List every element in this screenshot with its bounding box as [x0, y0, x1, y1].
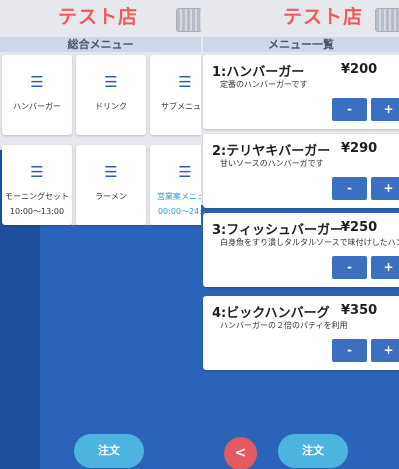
shop-title: テスト店 — [283, 6, 364, 28]
item-name: 1:ハンバーガー — [212, 65, 305, 80]
barcode-icon[interactable] — [176, 8, 201, 32]
increase-button[interactable]: + — [371, 339, 399, 362]
category-panel: テスト店 総合メニュー ☰ ハンバーガー ☰ ドリンク ☰ サブメニュー ☰ モ… — [0, 0, 201, 469]
shop-title: テスト店 — [58, 6, 139, 28]
menu-lines-icon: ☰ — [104, 163, 118, 181]
item-price: ¥200 — [341, 62, 378, 77]
order-button[interactable]: 注文 — [278, 434, 348, 468]
category-hours: 00:00〜24:00 — [157, 207, 201, 216]
category-label: ハンバーガー — [13, 102, 61, 111]
item-description: 甘いソースのハンバーガです — [220, 159, 324, 168]
back-button[interactable]: < — [224, 437, 257, 469]
menu-lines-icon: ☰ — [178, 163, 192, 181]
menu-item: 3:フィッシュバーガー ¥250 白身魚をすり潰しタルタルソースで味付けしたハン… — [203, 213, 399, 287]
menu-lines-icon: ☰ — [178, 73, 192, 91]
menu-lines-icon: ☰ — [30, 73, 44, 91]
item-price: ¥350 — [341, 303, 378, 318]
category-hours: 10:00〜13:00 — [9, 207, 65, 216]
menu-list-panel: テスト店 メニュー一覧 1:ハンバーガー ¥200 定番のハンバーガーです - … — [201, 0, 399, 469]
menu-lines-icon: ☰ — [30, 163, 44, 181]
menu-lines-icon: ☰ — [104, 73, 118, 91]
category-label: ドリンク — [95, 102, 127, 111]
category-card-business-menu[interactable]: ☰ 営業案メニュー 00:00〜24:00 — [150, 145, 201, 225]
item-name: 4:ビックハンバーグ — [212, 306, 330, 321]
menu-item: 4:ビックハンバーグ ¥350 ハンバーガーの２倍のパティを利用 - + — [203, 296, 399, 370]
item-name: 3:フィッシュバーガー — [212, 223, 343, 238]
decrease-button[interactable]: - — [332, 177, 367, 200]
order-button[interactable]: 注文 — [74, 434, 144, 468]
barcode-icon[interactable] — [375, 8, 399, 32]
item-name: 2:テリヤキバーガー — [212, 144, 331, 159]
increase-button[interactable]: + — [371, 177, 399, 200]
item-description: 白身魚をすり潰しタルタルソースで味付けしたハンバーガです — [220, 238, 399, 247]
category-label: 営業案メニュー — [157, 192, 201, 201]
menu-list-header: メニュー一覧 — [203, 37, 399, 52]
increase-button[interactable]: + — [371, 98, 399, 121]
category-card-drink[interactable]: ☰ ドリンク — [76, 55, 146, 135]
decrease-button[interactable]: - — [332, 339, 367, 362]
category-header: 総合メニュー — [0, 37, 201, 52]
menu-item: 1:ハンバーガー ¥200 定番のハンバーガーです - + — [203, 55, 399, 129]
category-card-hamburger[interactable]: ☰ ハンバーガー — [2, 55, 72, 135]
category-card-morning-set[interactable]: ☰ モーニングセット 10:00〜13:00 — [2, 145, 72, 225]
category-card-submenu[interactable]: ☰ サブメニュー — [150, 55, 201, 135]
menu-item: 2:テリヤキバーガー ¥290 甘いソースのハンバーガです - + — [203, 134, 399, 208]
item-price: ¥290 — [341, 141, 378, 156]
increase-button[interactable]: + — [371, 256, 399, 279]
category-label: ラーメン — [95, 192, 127, 201]
item-description: ハンバーガーの２倍のパティを利用 — [220, 321, 348, 330]
category-label: モーニングセット — [5, 192, 69, 201]
category-card-ramen[interactable]: ☰ ラーメン — [76, 145, 146, 225]
item-price: ¥250 — [341, 220, 378, 235]
decrease-button[interactable]: - — [332, 256, 367, 279]
category-label: サブメニュー — [161, 102, 201, 111]
decrease-button[interactable]: - — [332, 98, 367, 121]
item-description: 定番のハンバーガーです — [220, 80, 308, 89]
